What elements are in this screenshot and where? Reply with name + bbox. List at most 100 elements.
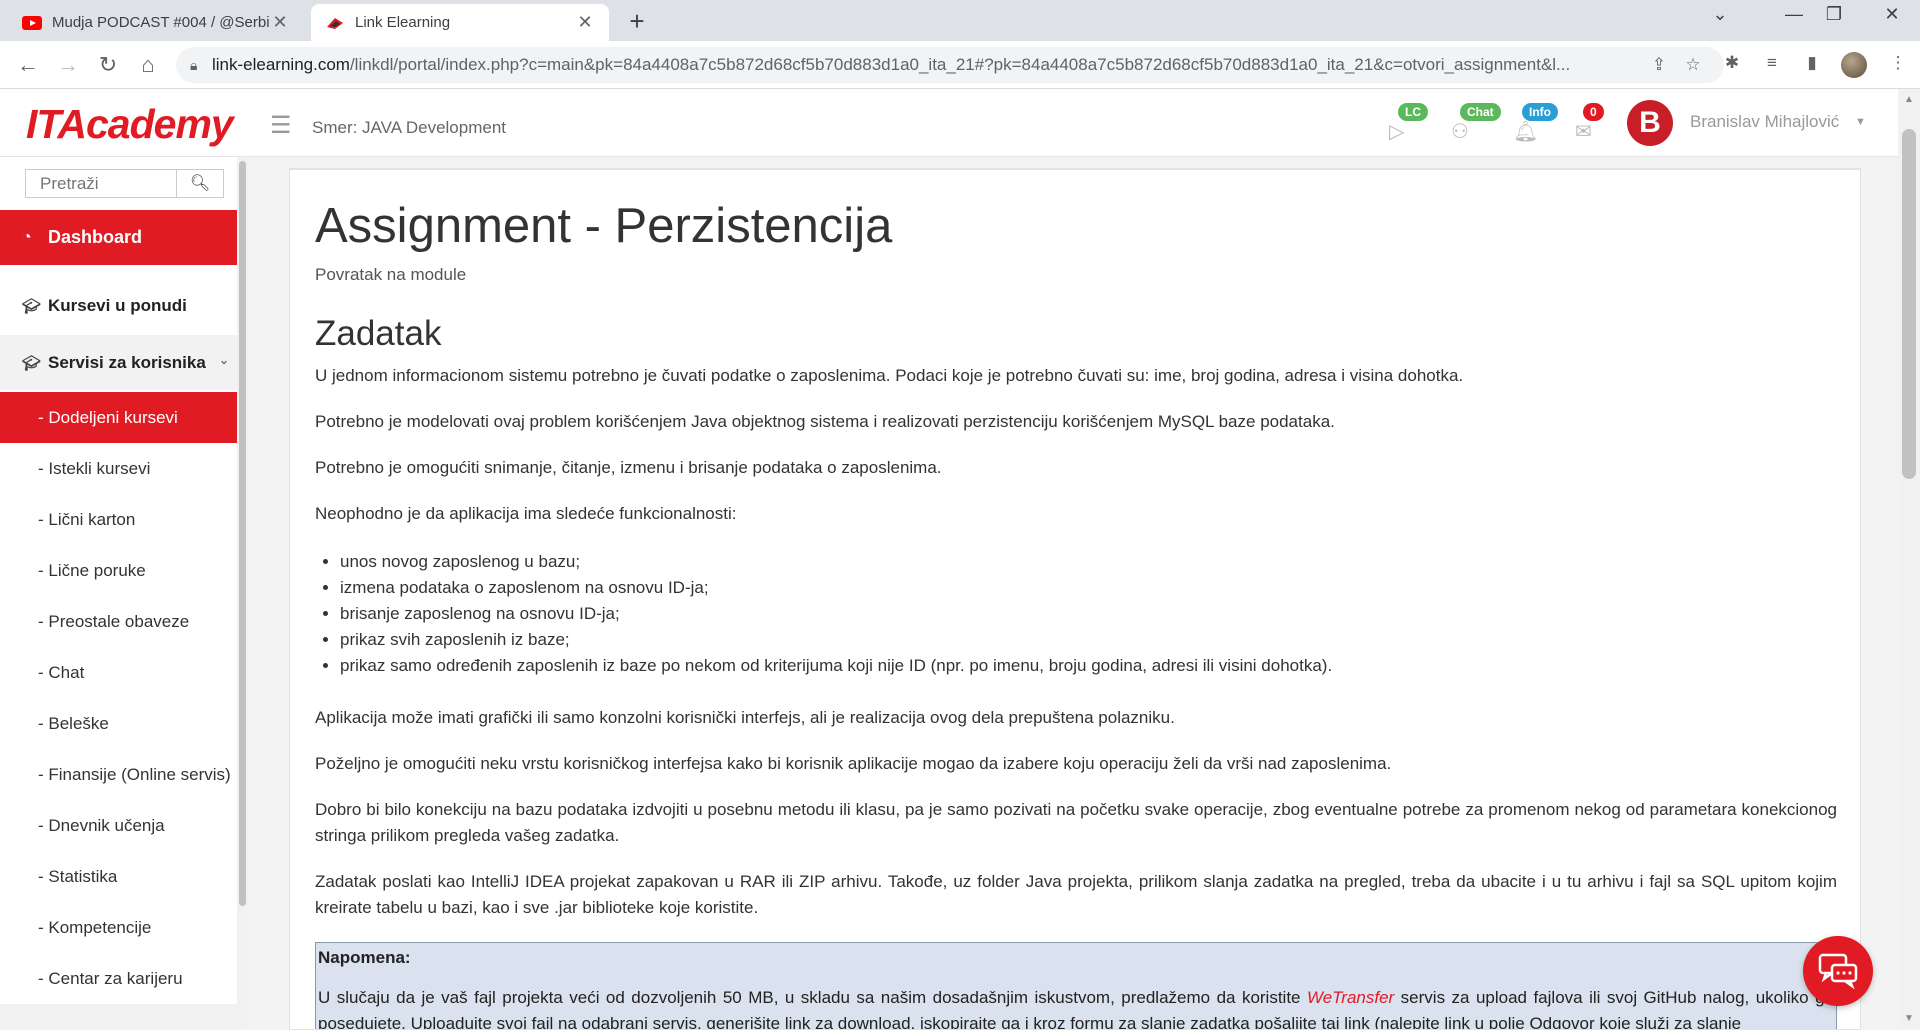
sidebar-item-learning-diary[interactable]: - Dnevnik učenja [0, 800, 237, 851]
requirements-list: unos novog zaposlenog u bazu; izmena pod… [340, 549, 1332, 679]
address-bar[interactable]: 🔒︎ link-elearning.com/linkdl/portal/inde… [176, 47, 1724, 83]
restore-icon[interactable]: ❐ [1814, 4, 1854, 25]
sidebar-item-chat[interactable]: - Chat [0, 647, 237, 698]
sidebar-item-dashboard[interactable]: ◔ Dashboard [0, 210, 237, 265]
sidebar-item-label: - Dodeljeni kursevi [38, 407, 178, 427]
scroll-up-arrow-icon[interactable]: ▲ [1898, 89, 1920, 111]
chevron-down-icon: ⌄ [218, 353, 229, 367]
close-tab-icon[interactable]: ✕ [270, 12, 290, 33]
url-text[interactable]: link-elearning.com/linkdl/portal/index.p… [212, 55, 1642, 75]
page-scrollbar-thumb[interactable] [1902, 129, 1916, 479]
media-controls-icon[interactable]: ≡ [1758, 53, 1786, 77]
sidebar-item-notes[interactable]: - Beleške [0, 698, 237, 749]
sidebar-item-finances[interactable]: - Finansije (Online servis) [0, 749, 237, 800]
window-close-icon[interactable]: ✕ [1872, 4, 1912, 25]
lc-badge: LC [1398, 103, 1428, 121]
chat-badge: Chat [1460, 103, 1501, 121]
tab-title: Link Elearning [355, 14, 451, 31]
browser-profile-avatar[interactable] [1841, 52, 1867, 78]
sidebar-item-label: - Lične poruke [38, 560, 146, 580]
paragraph-7: Dobro bi bilo konekciju na bazu podataka… [315, 800, 1837, 845]
search-input[interactable] [26, 170, 176, 197]
sidebar-item-label: - Chat [38, 662, 85, 682]
sidebar-item-label: - Dnevnik učenja [38, 815, 165, 835]
info-badge: Info [1522, 103, 1558, 121]
graduation-cap-icon: 🎓︎ [22, 354, 42, 372]
home-icon[interactable]: ⌂ [132, 49, 164, 81]
sidebar-item-label: - Istekli kursevi [38, 458, 151, 478]
extensions-puzzle-icon[interactable]: ✱ [1718, 53, 1746, 77]
note-text-before: U slučaju da je vaš fajl projekta veći o… [318, 988, 1307, 1007]
envelope-icon: ✉ [1575, 121, 1592, 143]
paragraph-1: U jednom informacionom sistemu potrebno … [315, 366, 1464, 385]
sidebar-item-label: - Centar za karijeru [38, 968, 183, 988]
sidebar-item-label: Servisi za korisnika [48, 352, 206, 372]
list-item: izmena podataka o zaposlenom na osnovu I… [340, 575, 1332, 601]
sidebar-item-assigned-courses[interactable]: - Dodeljeni kursevi [0, 392, 237, 443]
bell-icon: 🔔︎ [1513, 121, 1539, 143]
close-tab-icon[interactable]: ✕ [575, 12, 595, 33]
new-tab-icon[interactable]: + [622, 6, 652, 37]
list-item: brisanje zaposlenog na osnovu ID-ja; [340, 601, 1332, 627]
browser-menu-icon[interactable]: ⋮ [1884, 53, 1912, 77]
minimize-icon[interactable]: — [1774, 4, 1814, 25]
itacademy-logo[interactable]: ITAcademy [26, 101, 234, 148]
scroll-down-arrow-icon[interactable]: ▼ [1898, 1008, 1920, 1030]
browser-toolbar: ← → ↻ ⌂ 🔒︎ link-elearning.com/linkdl/por… [0, 41, 1920, 89]
link-elearning-icon [327, 17, 343, 29]
hamburger-menu-icon[interactable]: ☰ [270, 111, 292, 140]
lock-icon[interactable]: 🔒︎ [190, 57, 212, 74]
youtube-icon [22, 15, 42, 30]
site-header: ITAcademy ☰ Smer: JAVA Development ▷ LC … [0, 89, 1898, 157]
tab-search-chevron-icon[interactable]: ⌄ [1700, 4, 1740, 25]
sidebar-item-label: - Preostale obaveze [38, 611, 190, 631]
sidebar-item-label: - Beleške [38, 713, 109, 733]
browser-tab-youtube[interactable]: Mudja PODCAST #004 / @Serbia ✕ [8, 4, 304, 41]
sidebar-scrollbar-thumb[interactable] [239, 161, 246, 906]
user-avatar[interactable]: B [1627, 100, 1673, 146]
sidebar-item-services[interactable]: 🎓︎ Servisi za korisnika ⌄ [0, 335, 237, 390]
forward-icon[interactable]: → [52, 49, 84, 81]
share-icon[interactable]: ⇪ [1642, 55, 1676, 75]
url-host: link-elearning.com [212, 55, 350, 74]
url-path: /linkdl/portal/index.php?c=main&pk=84a44… [349, 55, 1571, 74]
user-name[interactable]: Branislav Mihajlović [1690, 112, 1839, 132]
browser-tab-strip: Mudja PODCAST #004 / @Serbia ✕ Link Elea… [0, 0, 1920, 41]
list-item: prikaz samo određenih zaposlenih iz baze… [340, 653, 1332, 679]
user-menu-caret-icon[interactable]: ▼ [1855, 116, 1866, 128]
note-text: U slučaju da je vaš fajl projekta veći o… [318, 985, 1834, 1029]
sidebar-item-personal-card[interactable]: - Lični karton [0, 494, 237, 545]
sidebar-item-statistics[interactable]: - Statistika [0, 851, 237, 902]
bookmark-star-icon[interactable]: ☆ [1676, 55, 1710, 75]
back-icon[interactable]: ← [12, 49, 44, 81]
search-icon: 🔍︎ [189, 175, 211, 192]
sidebar-item-career-center[interactable]: - Centar za karijeru [0, 953, 237, 1004]
note-box: Napomena: U slučaju da je vaš fajl proje… [315, 942, 1837, 1029]
browser-tab-link-elearning[interactable]: Link Elearning ✕ [311, 4, 609, 41]
sidebar-search: 🔍︎ [25, 169, 224, 198]
sidebar-item-label: - Statistika [38, 866, 118, 886]
paragraph-3: Potrebno je omogućiti snimanje, čitanje,… [315, 458, 942, 477]
search-button[interactable]: 🔍︎ [176, 170, 223, 197]
paragraph-6: Poželjno je omogućiti neku vrstu korisni… [315, 754, 1392, 773]
chat-support-button[interactable] [1803, 936, 1873, 1006]
sidebar-item-partial[interactable] [0, 1004, 237, 1030]
reload-icon[interactable]: ↻ [92, 49, 124, 81]
back-to-modules-link[interactable]: Povratak na module [315, 265, 466, 285]
sidebar-item-expired-courses[interactable]: - Istekli kursevi [0, 443, 237, 494]
side-panel-icon[interactable]: ▮ [1798, 53, 1826, 77]
list-item: prikaz svih zaposlenih iz baze; [340, 627, 1332, 653]
chat-bubbles-icon [1818, 953, 1858, 989]
sidebar-item-label: - Kompetencije [38, 917, 152, 937]
page-scrollbar[interactable]: ▲ ▼ [1898, 89, 1920, 1030]
play-outline-icon: ▷ [1389, 121, 1405, 143]
tab-title: Mudja PODCAST #004 / @Serbia [52, 14, 270, 31]
sidebar-scrollbar[interactable] [237, 157, 248, 1030]
sidebar-item-courses-offer[interactable]: 🎓︎ Kursevi u ponudi [0, 278, 237, 333]
paragraph-2: Potrebno je modelovati ovaj problem kori… [315, 412, 1335, 431]
paragraph-8: Zadatak poslati kao IntelliJ IDEA projek… [315, 872, 1837, 917]
sidebar-item-remaining-obligations[interactable]: - Preostale obaveze [0, 596, 237, 647]
sidebar-item-personal-messages[interactable]: - Lične poruke [0, 545, 237, 596]
sidebar-item-competencies[interactable]: - Kompetencije [0, 902, 237, 953]
wetransfer-link[interactable]: WeTransfer [1307, 988, 1394, 1007]
